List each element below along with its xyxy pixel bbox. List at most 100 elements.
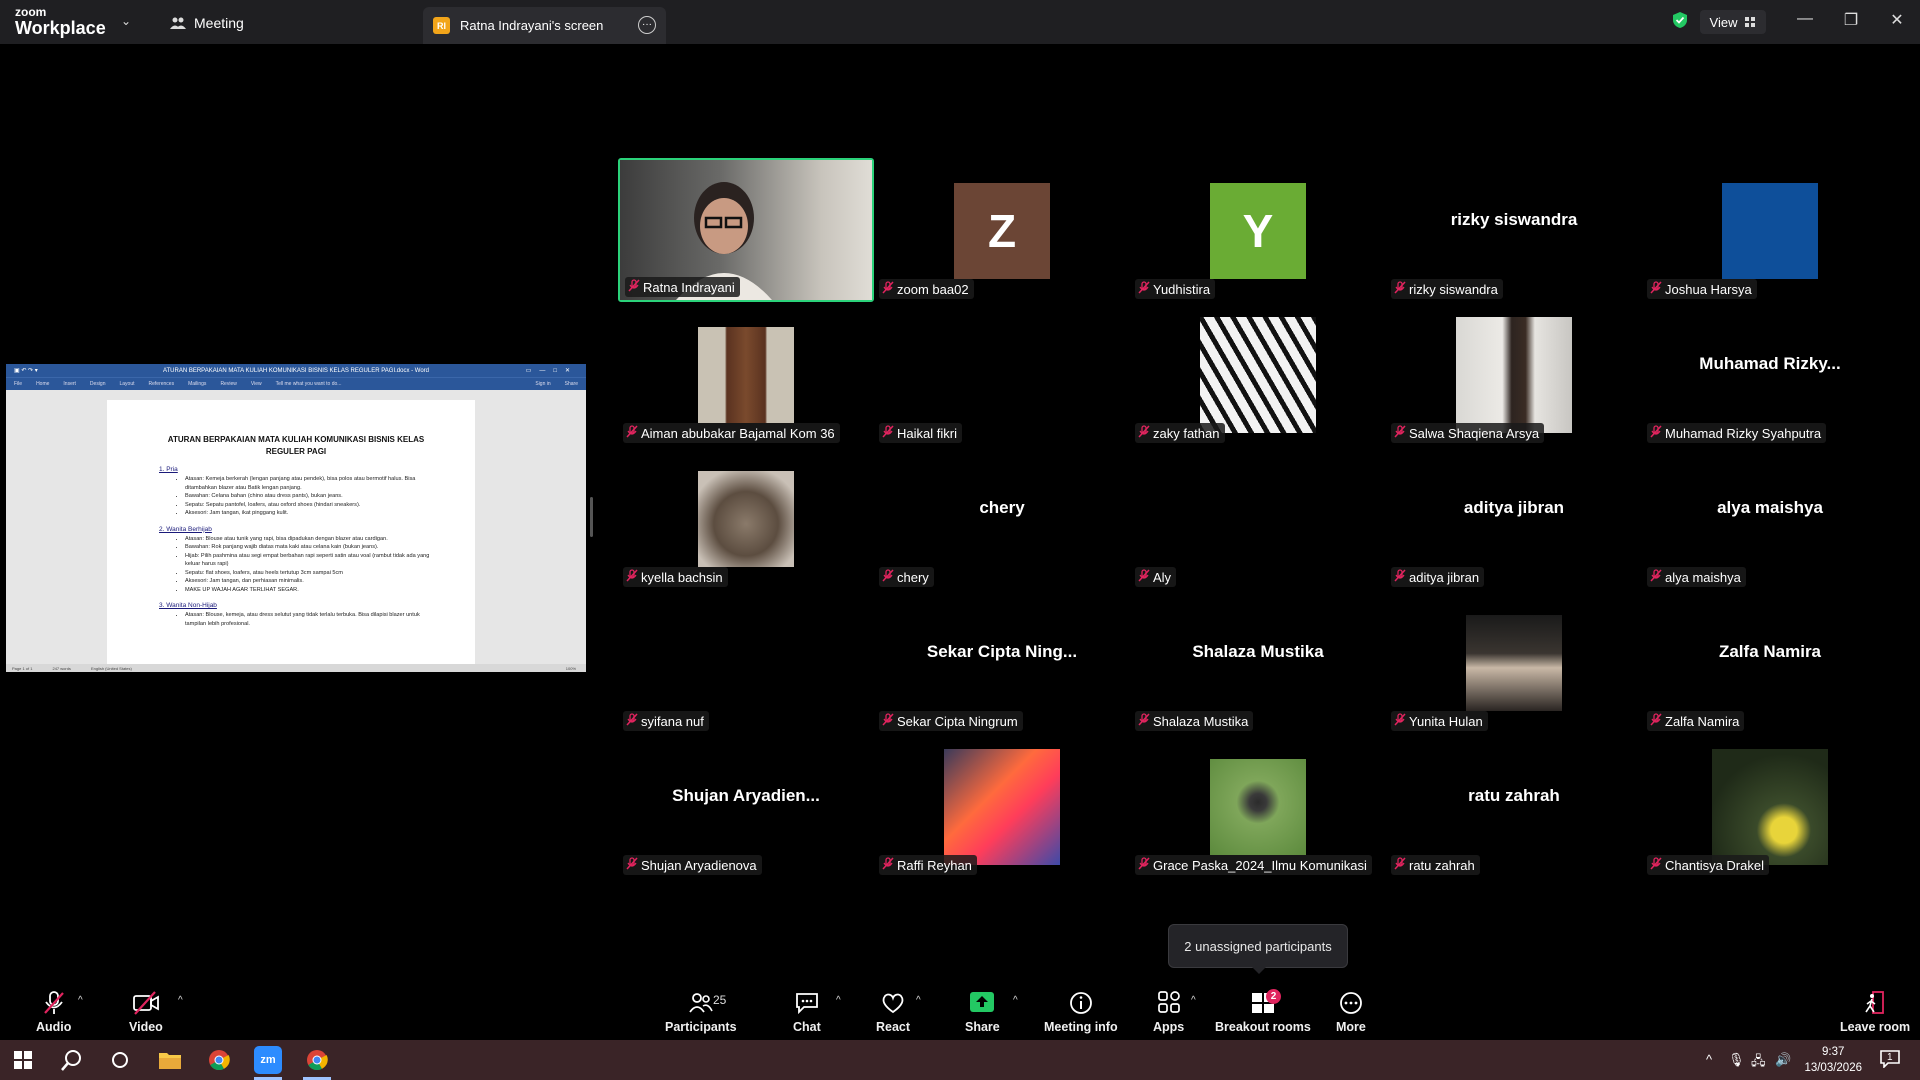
more-options-icon[interactable]: ··· <box>638 16 656 34</box>
windows-start-icon[interactable] <box>9 1046 37 1074</box>
participant-name: syifana nuf <box>641 713 704 729</box>
participant-tile[interactable]: Grace Paska_2024_Ilmu Komunikasi <box>1130 734 1386 878</box>
participant-name: Yunita Hulan <box>1409 713 1483 729</box>
react-options-caret-icon[interactable]: ^ <box>916 995 921 1006</box>
breakout-tooltip: 2 unassigned participants <box>1168 924 1348 974</box>
word-status-bar: Page 1 of 1 247 words English (United St… <box>6 664 586 672</box>
share-options-caret-icon[interactable]: ^ <box>1013 995 1018 1006</box>
participants-count: 25 <box>713 993 727 1007</box>
mic-muted-icon <box>1394 281 1406 297</box>
participant-tile[interactable]: Zzoom baa02 <box>874 158 1130 302</box>
participant-name: Haikal fikri <box>897 425 957 441</box>
participant-name-label: aditya jibran <box>1391 567 1485 587</box>
participant-tile[interactable]: Aly <box>1130 446 1386 590</box>
participant-tile[interactable]: chery chery <box>874 446 1130 590</box>
breakout-rooms-button[interactable]: Breakout rooms <box>1215 991 1311 1034</box>
react-button[interactable]: React <box>876 991 910 1034</box>
participant-display-name: rizky siswandra <box>1450 210 1578 229</box>
participant-tile[interactable]: Zalfa Namira Zalfa Namira <box>1642 590 1898 734</box>
section-list: Atasan: Blouse, kemeja, atau dress selut… <box>159 611 433 628</box>
participant-name-label: Grace Paska_2024_Ilmu Komunikasi <box>1135 855 1372 875</box>
participant-tile[interactable]: ratu zahrah ratu zahrah <box>1386 734 1642 878</box>
view-button[interactable]: View <box>1700 10 1766 34</box>
chat-button[interactable]: Chat <box>793 991 821 1034</box>
split-resize-handle[interactable] <box>590 497 593 537</box>
participant-name: Aly <box>1153 569 1172 585</box>
participant-tile[interactable]: Yunita Hulan <box>1386 590 1642 734</box>
participant-name-label: kyella bachsin <box>623 567 728 587</box>
network-icon[interactable]: 🖧 <box>1751 1052 1766 1074</box>
share-button[interactable]: Share <box>965 991 1000 1034</box>
participant-tile[interactable]: alya maishya alya maishya <box>1642 446 1898 590</box>
tab-shared-screen[interactable]: RI Ratna Indrayani's screen ··· <box>423 7 666 44</box>
participant-tile[interactable]: Aiman abubakar Bajamal Kom 36 <box>618 302 874 446</box>
meeting-info-button[interactable]: Meeting info <box>1044 991 1118 1034</box>
restore-icon[interactable]: ❐ <box>1836 10 1866 30</box>
tray-chevron-icon[interactable]: ^ <box>1706 1052 1712 1067</box>
list-item: Atasan: Kemeja berkerah (lengan panjang … <box>185 475 433 492</box>
participant-tile[interactable]: Salwa Shaqiena Arsya <box>1386 302 1642 446</box>
notification-icon[interactable]: 1 <box>1880 1050 1900 1071</box>
search-icon[interactable] <box>58 1046 86 1074</box>
microphone-icon[interactable]: 🎙 <box>1728 1052 1745 1068</box>
zoom-workplace-logo[interactable]: zoom Workplace <box>15 6 106 37</box>
chevron-down-icon[interactable]: ⌄ <box>121 14 131 28</box>
avatar <box>688 605 804 721</box>
quick-access-icons: ▣ ↶ ↷ ▾ <box>14 368 38 374</box>
participant-name: Ratna Indrayani <box>643 279 735 295</box>
task-view-icon[interactable] <box>106 1046 134 1074</box>
participant-tile[interactable]: rizky siswandra rizky siswandra <box>1386 158 1642 302</box>
participant-tile[interactable]: aditya jibran aditya jibran <box>1386 446 1642 590</box>
more-icon <box>1340 992 1362 1014</box>
zoom-app-icon[interactable]: zm <box>254 1046 282 1074</box>
participant-tile[interactable]: zaky fathan <box>1130 302 1386 446</box>
chrome-profile-icon[interactable] <box>303 1046 331 1074</box>
participant-tile[interactable]: Y Yudhistira <box>1130 158 1386 302</box>
shield-check-icon[interactable] <box>1671 11 1689 29</box>
volume-icon[interactable]: 🔊 <box>1775 1052 1791 1068</box>
participant-display-name: Sekar Cipta Ning... <box>926 642 1078 661</box>
participant-tile[interactable]: Raffi Reyhan <box>874 734 1130 878</box>
apps-button[interactable]: Apps <box>1153 991 1184 1034</box>
participant-name-label: zaky fathan <box>1135 423 1225 443</box>
participant-tile[interactable]: kyella bachsin <box>618 446 874 590</box>
audio-button[interactable]: Audio <box>36 991 71 1034</box>
close-icon[interactable]: ✕ <box>1882 10 1912 30</box>
video-off-icon <box>133 991 159 1015</box>
minimize-icon[interactable]: — <box>1790 10 1820 28</box>
chat-options-caret-icon[interactable]: ^ <box>836 995 841 1006</box>
participant-tile[interactable]: Shalaza Mustika Shalaza Mustika <box>1130 590 1386 734</box>
shared-screen-thumbnail[interactable]: ▣ ↶ ↷ ▾ ATURAN BERPAKAIAN MATA KULIAH KO… <box>6 364 586 672</box>
leave-room-button[interactable]: Leave room <box>1840 991 1910 1034</box>
chrome-icon[interactable] <box>205 1046 233 1074</box>
participant-name: zoom baa02 <box>897 281 969 297</box>
mic-muted-icon <box>1650 281 1662 297</box>
more-button[interactable]: More <box>1336 991 1366 1034</box>
taskbar-clock[interactable]: 9:37 13/03/2026 <box>1804 1044 1862 1076</box>
participant-tile[interactable]: Sekar Cipta Ning... Sekar Cipta Ningrum <box>874 590 1130 734</box>
apps-options-caret-icon[interactable]: ^ <box>1191 995 1196 1006</box>
mic-muted-icon <box>882 569 894 585</box>
audio-label: Audio <box>36 1020 72 1034</box>
video-options-caret-icon[interactable]: ^ <box>178 995 183 1006</box>
audio-options-caret-icon[interactable]: ^ <box>78 995 83 1006</box>
video-button[interactable]: Video <box>129 991 163 1034</box>
mic-muted-icon <box>1650 569 1662 585</box>
participant-tile[interactable]: Ratna Indrayani <box>618 158 874 302</box>
participant-tile[interactable]: Shujan Aryadien... Shujan Aryadienova <box>618 734 874 878</box>
file-explorer-icon[interactable] <box>156 1046 184 1074</box>
react-label: React <box>876 1020 911 1034</box>
participant-tile[interactable]: Chantisya Drakel <box>1642 734 1898 878</box>
participant-tile[interactable]: syifana nuf <box>618 590 874 734</box>
participant-tile[interactable]: Joshua Harsya <box>1642 158 1898 302</box>
ribbon-tab: Insert <box>63 381 76 387</box>
clock-time: 9:37 <box>1822 1046 1845 1058</box>
tab-meeting[interactable]: Meeting <box>170 10 244 36</box>
participant-name: rizky siswandra <box>1409 281 1498 297</box>
participant-tile[interactable]: Haikal fikri <box>874 302 1130 446</box>
avatar <box>1712 749 1828 865</box>
participant-tile[interactable]: Muhamad Rizky... Muhamad Rizky Syahputra <box>1642 302 1898 446</box>
participant-name-label: chery <box>879 567 934 587</box>
avatar-letter: Z <box>954 183 1050 279</box>
list-item: Atasan: Blouse, kemeja, atau dress selut… <box>185 611 433 628</box>
